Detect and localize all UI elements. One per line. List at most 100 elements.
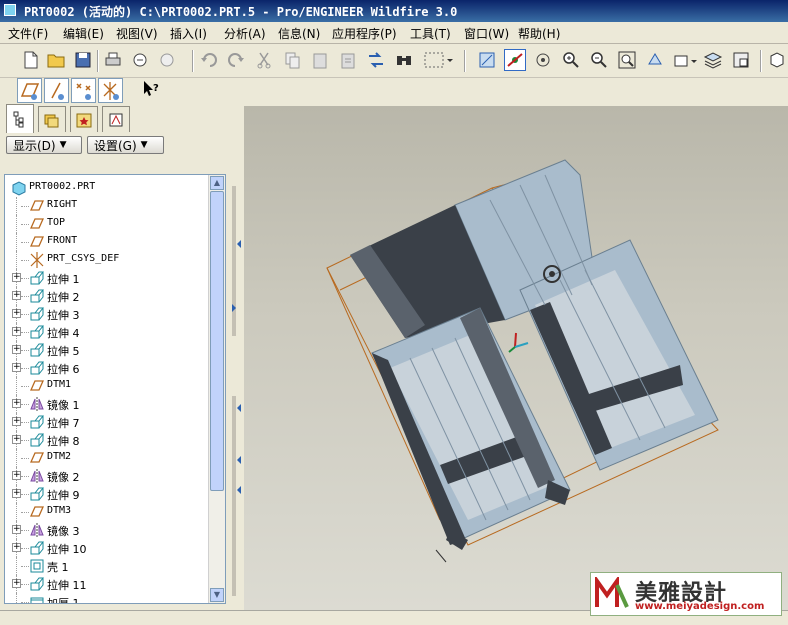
- send-mail-icon[interactable]: [129, 49, 151, 71]
- regenerate-icon[interactable]: [365, 49, 387, 71]
- cut-icon[interactable]: [253, 49, 275, 71]
- spin-center-icon[interactable]: [504, 49, 526, 71]
- tree-scrollbar[interactable]: ▲ ▼: [208, 175, 225, 603]
- tree-item[interactable]: DTM2: [5, 449, 209, 467]
- tree-item[interactable]: + 拉伸 3: [5, 305, 209, 323]
- extrude-feature-icon: [29, 342, 45, 358]
- tree-connector: [21, 458, 29, 459]
- tree-item[interactable]: 壳 1: [5, 557, 209, 575]
- datum-plane-display-icon[interactable]: [17, 78, 42, 103]
- tree-item[interactable]: PRT_CSYS_DEF: [5, 251, 209, 269]
- tree-root-item[interactable]: PRT0002.PRT: [5, 179, 209, 197]
- tree-item[interactable]: + 镜像 3: [5, 521, 209, 539]
- tree-item[interactable]: 加厚 1: [5, 593, 209, 603]
- menu-file[interactable]: 文件(F): [8, 25, 48, 42]
- find-icon[interactable]: [393, 49, 415, 71]
- scroll-up-icon[interactable]: ▲: [210, 176, 224, 190]
- tree-item-label: RIGHT: [47, 199, 78, 210]
- expand-icon[interactable]: +: [12, 399, 21, 408]
- tree-item[interactable]: + 拉伸 5: [5, 341, 209, 359]
- menu-insert[interactable]: 插入(I): [170, 25, 207, 42]
- settings-dropdown-button[interactable]: 设置(G) ▼: [87, 136, 164, 154]
- save-icon[interactable]: [72, 49, 94, 71]
- orient-mode-icon[interactable]: [532, 49, 554, 71]
- print-icon[interactable]: [102, 49, 124, 71]
- paste-icon[interactable]: [309, 49, 331, 71]
- mirror-feature-icon: [29, 396, 45, 412]
- refit-icon[interactable]: [616, 49, 638, 71]
- undo-icon[interactable]: [198, 49, 220, 71]
- context-help-icon[interactable]: ?: [140, 78, 162, 100]
- graphics-viewport[interactable]: [244, 106, 788, 610]
- menu-edit[interactable]: 编辑(E): [63, 25, 104, 42]
- tree-item[interactable]: + 拉伸 10: [5, 539, 209, 557]
- tree-connector: [21, 530, 29, 531]
- expand-icon[interactable]: +: [12, 435, 21, 444]
- expand-icon[interactable]: +: [12, 363, 21, 372]
- reorient-icon[interactable]: [644, 49, 666, 71]
- copy-icon[interactable]: [281, 49, 303, 71]
- tree-item[interactable]: + 拉伸 9: [5, 485, 209, 503]
- coordinate-system-display-icon[interactable]: [98, 78, 123, 103]
- new-file-icon[interactable]: [20, 49, 42, 71]
- scroll-down-icon[interactable]: ▼: [210, 588, 224, 602]
- menu-analysis[interactable]: 分析(A): [224, 25, 266, 42]
- expand-icon[interactable]: +: [12, 417, 21, 426]
- saved-views-icon[interactable]: [672, 49, 698, 71]
- open-folder-icon[interactable]: [45, 49, 67, 71]
- expand-icon[interactable]: +: [12, 579, 21, 588]
- expand-icon[interactable]: +: [12, 273, 21, 282]
- paste-special-icon[interactable]: [337, 49, 359, 71]
- expand-icon[interactable]: +: [12, 327, 21, 336]
- zoom-out-icon[interactable]: [588, 49, 610, 71]
- tree-item[interactable]: + 镜像 1: [5, 395, 209, 413]
- zoom-in-icon[interactable]: [560, 49, 582, 71]
- plane-feature-icon: [29, 234, 45, 250]
- extrude-feature-icon: [29, 414, 45, 430]
- tree-item[interactable]: + 拉伸 2: [5, 287, 209, 305]
- tree-item[interactable]: + 拉伸 4: [5, 323, 209, 341]
- csys-feature-icon: [29, 252, 45, 268]
- expand-icon[interactable]: +: [12, 471, 21, 480]
- send-link-icon[interactable]: [156, 49, 178, 71]
- tab-connections[interactable]: [102, 106, 130, 132]
- tree-item[interactable]: DTM3: [5, 503, 209, 521]
- datum-point-display-icon[interactable]: [71, 78, 96, 103]
- menu-view[interactable]: 视图(V): [116, 25, 158, 42]
- datum-axis-display-icon[interactable]: [44, 78, 69, 103]
- repaint-icon[interactable]: [476, 49, 498, 71]
- menu-help[interactable]: 帮助(H): [518, 25, 560, 42]
- tree-item[interactable]: + 拉伸 6: [5, 359, 209, 377]
- selection-filter-icon[interactable]: [421, 49, 455, 71]
- tree-item[interactable]: RIGHT: [5, 197, 209, 215]
- expand-icon[interactable]: +: [12, 543, 21, 552]
- view-manager-icon[interactable]: [730, 49, 752, 71]
- tab-favorites[interactable]: [70, 106, 98, 132]
- show-dropdown-button[interactable]: 显示(D) ▼: [6, 136, 82, 154]
- expand-icon[interactable]: +: [12, 489, 21, 498]
- panel-splitter[interactable]: [232, 106, 244, 610]
- tree-item[interactable]: + 拉伸 11: [5, 575, 209, 593]
- menu-applications[interactable]: 应用程序(P): [332, 25, 397, 42]
- expand-icon[interactable]: +: [12, 345, 21, 354]
- tree-item[interactable]: + 拉伸 8: [5, 431, 209, 449]
- tree-item[interactable]: FRONT: [5, 233, 209, 251]
- tab-model-tree[interactable]: [6, 104, 34, 133]
- menu-window[interactable]: 窗口(W): [464, 25, 509, 42]
- expand-icon[interactable]: +: [12, 291, 21, 300]
- tree-item[interactable]: TOP: [5, 215, 209, 233]
- menu-info[interactable]: 信息(N): [278, 25, 320, 42]
- tree-item[interactable]: + 拉伸 1: [5, 269, 209, 287]
- tree-item[interactable]: + 拉伸 7: [5, 413, 209, 431]
- menu-tools[interactable]: 工具(T): [410, 25, 451, 42]
- layers-icon[interactable]: [702, 49, 724, 71]
- expand-icon[interactable]: +: [12, 525, 21, 534]
- redo-icon[interactable]: [225, 49, 247, 71]
- tree-item[interactable]: DTM1: [5, 377, 209, 395]
- extrude-feature-icon: [29, 288, 45, 304]
- shading-icon[interactable]: [766, 49, 788, 71]
- scroll-thumb[interactable]: [210, 191, 224, 491]
- tab-folder-browser[interactable]: [38, 106, 66, 132]
- tree-item[interactable]: + 镜像 2: [5, 467, 209, 485]
- expand-icon[interactable]: +: [12, 309, 21, 318]
